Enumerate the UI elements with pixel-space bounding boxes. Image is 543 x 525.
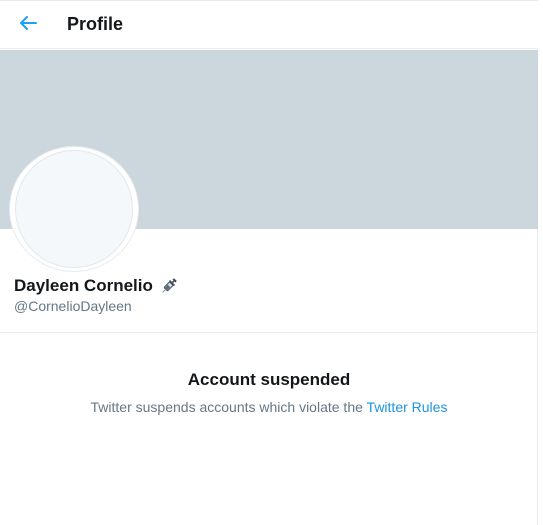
section-divider (0, 332, 538, 333)
display-name: Dayleen Cornelio (14, 276, 153, 295)
arrow-left-icon (19, 15, 37, 36)
twitter-rules-link[interactable]: Twitter Rules (367, 399, 448, 415)
syringe-icon (159, 276, 179, 296)
profile-page: Profile Dayleen Cornelio @CornelioDaylee… (0, 0, 538, 525)
avatar[interactable] (10, 147, 138, 271)
back-button[interactable] (12, 9, 44, 41)
suspended-title: Account suspended (187, 370, 351, 389)
page-title: Profile (67, 14, 124, 34)
suspended-message: Twitter suspends accounts which violate … (0, 399, 538, 415)
header-bar: Profile (0, 0, 538, 49)
suspended-message-text: Twitter suspends accounts which violate … (90, 399, 367, 415)
name-row: Dayleen Cornelio (14, 276, 179, 296)
user-handle: @CornelioDayleen (14, 298, 132, 314)
avatar-placeholder (15, 150, 133, 268)
